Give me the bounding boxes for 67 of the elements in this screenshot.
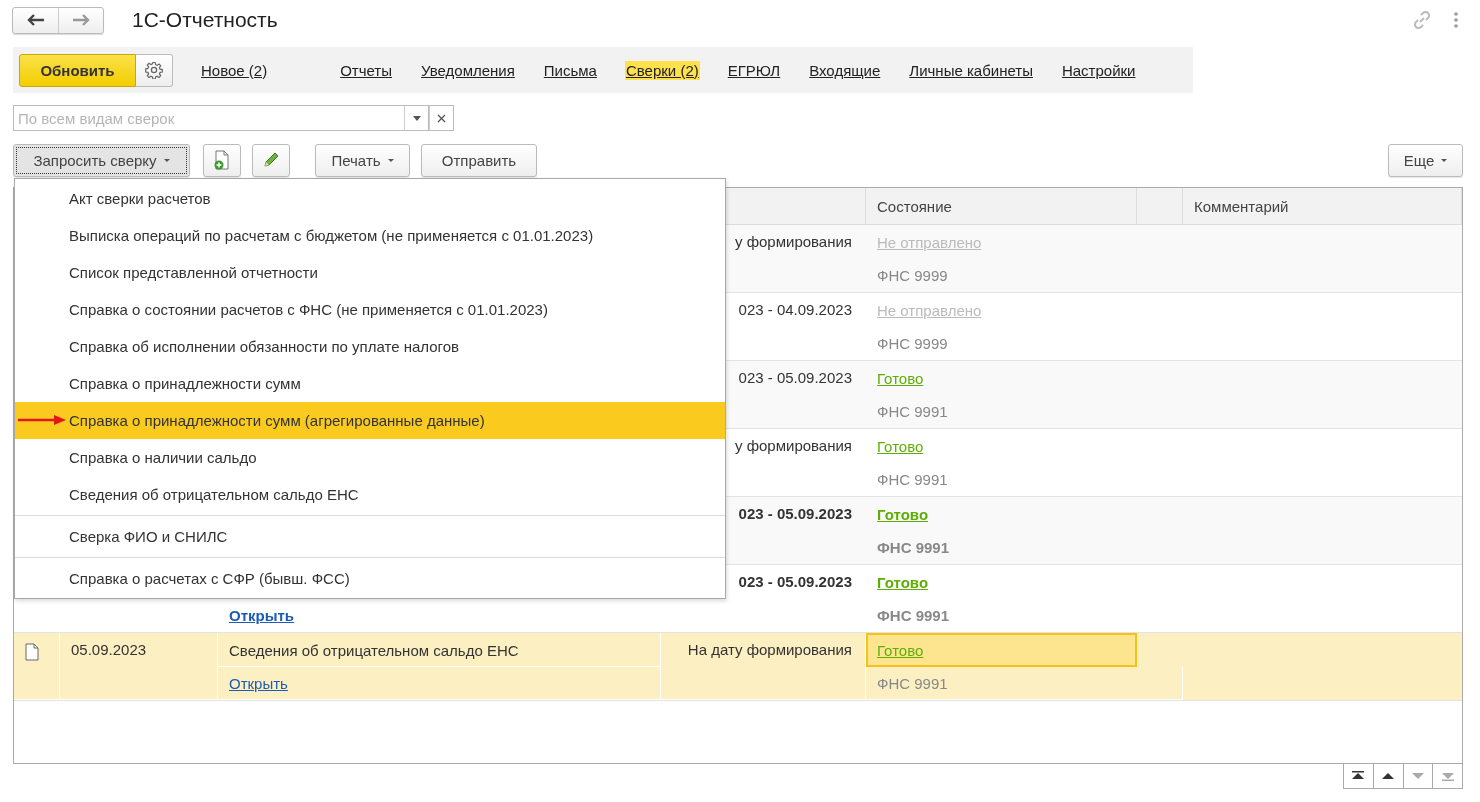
forward-arrow-icon [72,14,90,26]
table-cell: 05.09.2023 [71,641,147,658]
menu-item[interactable]: Сверка ФИО и СНИЛС [15,518,725,555]
close-icon [437,113,446,123]
menu-item[interactable]: Справка о принадлежности сумм (агрегированные данные) [15,402,725,439]
send-button[interactable]: Отправить [421,143,537,177]
section-tab[interactable]: Личные кабинеты [908,60,1034,80]
table-cell: ФНС 9991 [877,471,948,488]
filter-field[interactable]: По всем видам сверок [13,105,404,131]
table-cell: ФНС 9991 [877,675,948,692]
settings-button[interactable] [136,53,173,87]
edit-button[interactable] [252,143,290,177]
open-link[interactable]: Открыть [229,607,295,624]
menu-item[interactable]: Справка о наличии сальдо [15,439,725,476]
more-icon[interactable] [1454,12,1458,28]
clear-button[interactable] [429,105,454,131]
section-tab[interactable]: Настройки [1060,60,1137,80]
down-triangle-icon [1410,770,1425,782]
menu-item[interactable]: Справка о состоянии расчетов с ФНС (не применяется с 01.01.2023) [15,291,725,328]
section-tab[interactable]: Уведомления [420,60,516,80]
menu-item[interactable]: Акт сверки расчетов [15,180,725,217]
section-tab[interactable]: Новое (2) [200,60,269,80]
table-cell: 023 - 05.09.2023 [738,573,852,590]
table-cell: ФНС 9999 [877,335,948,352]
dropdown-button[interactable] [404,105,429,131]
table-cell: 023 - 05.09.2023 [738,505,852,522]
table-cell: 023 - 04.09.2023 [738,301,852,318]
link-icon[interactable] [1412,10,1432,30]
section-tab[interactable]: Сверки (2) [624,60,700,80]
table-cell: ФНС 9991 [877,539,949,556]
more-button[interactable]: Еще [1388,143,1463,177]
caret-icon [412,115,421,121]
table-cell: ФНС 9999 [877,267,948,284]
print-button[interactable]: Печать [315,143,410,177]
menu-item[interactable]: Сведения об отрицательном сальдо ЕНС [15,476,725,513]
up-triangle-icon [1381,770,1396,782]
table-cell: ФНС 9991 [877,607,949,624]
menu-item[interactable]: Справка о принадлежности сумм [15,365,725,402]
document-icon [25,643,39,661]
pencil-icon [262,151,280,169]
section-tab[interactable]: Письма [542,60,598,80]
gear-icon [145,61,163,79]
table-cell: ФНС 9991 [877,403,948,420]
section-tab[interactable]: ЕГРЮЛ [726,60,782,80]
table-cell: у формирования [735,233,852,250]
menu-item[interactable]: Справка об исполнении обязанности по уплате налогов [15,328,725,365]
back-arrow-icon [26,14,45,26]
column-header: Комментарий [1183,188,1462,224]
add-document-icon [213,150,231,170]
section-tab[interactable]: Отчеты [339,60,394,80]
column-header: Состояние [866,188,1137,224]
refresh-button[interactable]: Обновить [19,53,136,87]
window-title: 1С-Отчетность [132,8,279,32]
bar-down-triangle-icon [1440,770,1455,782]
table-cell: На дату формирования [687,641,852,658]
open-link[interactable]: Открыть [229,675,288,692]
section-tab[interactable]: Входящие [808,60,882,80]
menu-item[interactable]: Список представленной отчетности [15,254,725,291]
bar-up-triangle-icon [1351,770,1366,782]
arrow-icon [18,415,66,425]
menu-item[interactable]: Справка о расчетах с СФР (бывш. ФСС) [15,560,725,597]
table-cell: у формирования [735,437,852,454]
request-reconciliation-button[interactable]: Запросить сверку [13,143,190,177]
menu-item[interactable]: Выписка операций по расчетам с бюджетом (не применяется с 01.01.2023) [15,217,725,254]
table-cell: Сведения об отрицательном сальдо ЕНС [229,641,519,659]
add-document-button[interactable] [203,143,241,177]
table-cell: 023 - 05.09.2023 [738,369,852,386]
